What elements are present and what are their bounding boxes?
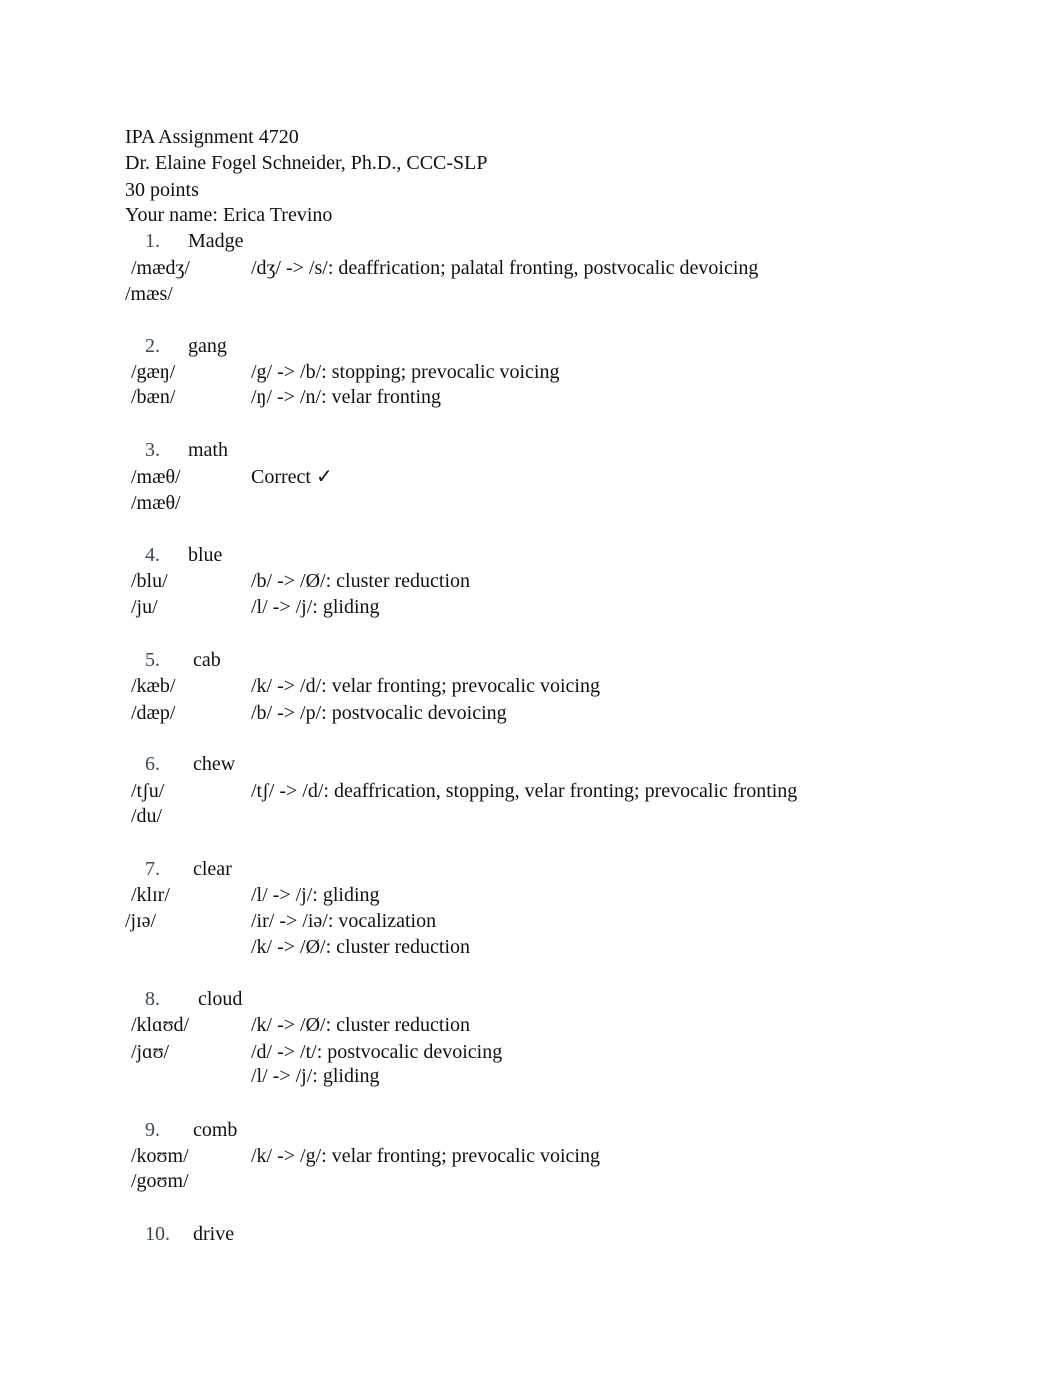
target-transcription: /tʃu/ [131,780,165,802]
target-transcription: /mæθ/ [131,466,181,488]
analysis-line: /ŋ/ -> /n/: velar fronting [251,386,442,408]
correct-mark: Correct ✓ [251,466,333,488]
item-number: 9. [145,1119,160,1141]
production-transcription: /ju/ [131,596,158,618]
production-transcription: /mæθ/ [131,492,181,514]
production-transcription: /jɑʊ/ [131,1041,170,1063]
item-number: 8. [145,988,160,1010]
analysis-line: /l/ -> /j/: gliding [251,1065,380,1087]
item-word: gang [188,335,227,357]
analysis-line: /k/ -> /Ø/: cluster reduction [251,1014,471,1036]
analysis-line: /b/ -> /Ø/: cluster reduction [251,570,471,592]
target-transcription: /gæŋ/ [131,361,176,383]
item-word: clear [193,858,232,880]
analysis-line: /d/ -> /t/: postvocalic devoicing [251,1041,503,1063]
item-number: 6. [145,753,160,775]
production-transcription: /jɪə/ [125,910,157,932]
target-transcription: /koʊm/ [131,1145,189,1167]
item-number: 10. [145,1223,170,1245]
item-word: cab [193,649,221,671]
student-name: Your name: Erica Trevino [125,204,333,226]
item-word: Madge [188,230,244,252]
analysis-line: /k/ -> /Ø/: cluster reduction [251,936,471,958]
item-number: 4. [145,544,160,566]
analysis-line: /k/ -> /g/: velar fronting; prevocalic v… [251,1145,600,1167]
analysis-line: /ir/ -> /iə/: vocalization [251,910,437,932]
target-transcription: /blu/ [131,570,168,592]
item-word: cloud [198,988,243,1010]
assignment-title: IPA Assignment 4720 [125,126,299,148]
target-transcription: /kæb/ [131,675,176,697]
analysis-line: /b/ -> /p/: postvocalic devoicing [251,702,507,724]
item-number: 1. [145,230,160,252]
item-word: drive [193,1223,235,1245]
analysis-line: /g/ -> /b/: stopping; prevocalic voicing [251,361,560,383]
production-transcription: /du/ [131,805,163,827]
item-word: chew [193,753,236,775]
production-transcription: /bæn/ [131,386,176,408]
production-transcription: /goʊm/ [131,1170,189,1192]
item-number: 3. [145,439,160,461]
target-transcription: /klɪr/ [131,884,170,906]
item-word: math [188,439,228,461]
analysis-line: /k/ -> /d/: velar fronting; prevocalic v… [251,675,600,697]
item-number: 5. [145,649,160,671]
item-number: 2. [145,335,160,357]
analysis-line: /dʒ/ -> /s/: deaffrication; palatal fron… [251,257,759,279]
points-label: 30 points [125,179,199,201]
analysis-line: /l/ -> /j/: gliding [251,596,380,618]
item-word: comb [193,1119,238,1141]
production-transcription: /mæs/ [125,283,173,305]
target-transcription: /klɑʊd/ [131,1014,190,1036]
item-word: blue [188,544,223,566]
production-transcription: /dæp/ [131,702,176,724]
analysis-line: /tʃ/ -> /d/: deaffrication, stopping, ve… [251,780,798,802]
item-number: 7. [145,858,160,880]
target-transcription: /mædʒ/ [131,257,190,279]
analysis-line: /l/ -> /j/: gliding [251,884,380,906]
instructor-name: Dr. Elaine Fogel Schneider, Ph.D., CCC-S… [125,152,488,174]
